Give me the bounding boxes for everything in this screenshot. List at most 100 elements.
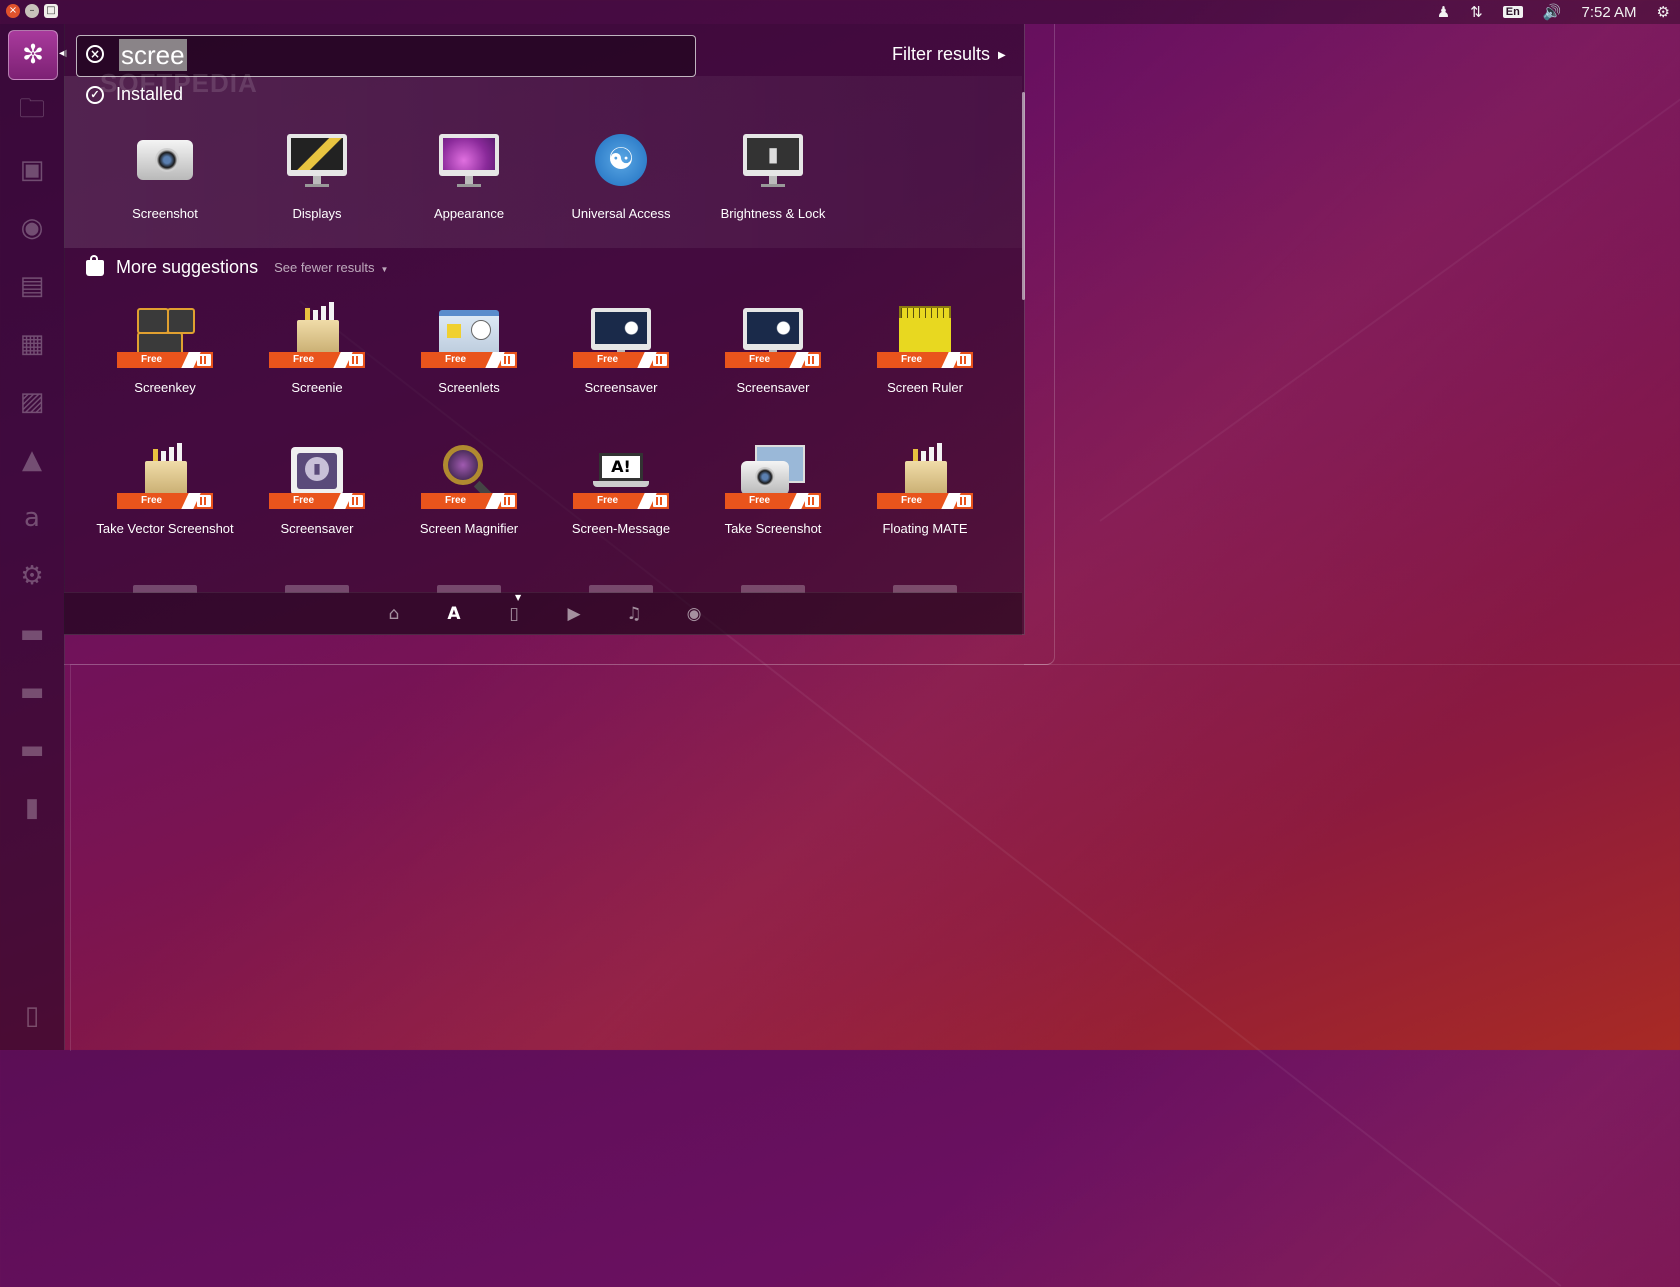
drive-icon[interactable]: ▬ bbox=[8, 668, 56, 716]
music-icon[interactable]: ♫ bbox=[622, 603, 646, 625]
chevron-right-icon: ▶ bbox=[998, 49, 1006, 61]
free-badge: Free bbox=[117, 352, 213, 368]
applications-icon[interactable]: A bbox=[442, 603, 466, 625]
suggestion-tile[interactable]: Free Take Vector Screenshot bbox=[89, 443, 241, 537]
suggestion-tile[interactable]: A! Free Screen-Message bbox=[545, 443, 697, 537]
suggestions-header-label: More suggestions bbox=[116, 257, 259, 277]
photos-icon[interactable]: ◉ bbox=[682, 603, 706, 625]
suggestion-label: Floating MATE bbox=[882, 521, 968, 536]
volume-icon[interactable]: 🔊 bbox=[1543, 3, 1562, 21]
suggestion-label: Screenkey bbox=[134, 380, 196, 395]
suggestion-tile[interactable]: Free Screenie bbox=[241, 302, 393, 396]
app-tile[interactable]: Screenshot bbox=[89, 128, 241, 222]
screenkey-icon: Free bbox=[117, 302, 213, 368]
firefox-icon[interactable]: ◉ bbox=[8, 204, 56, 252]
gift-icon bbox=[501, 495, 515, 507]
drive-icon[interactable]: ▬ bbox=[8, 726, 56, 774]
gift-icon bbox=[501, 354, 515, 366]
package-icon: Free bbox=[269, 302, 365, 368]
camera-icon bbox=[133, 128, 197, 192]
keyboard-layout-indicator[interactable]: En bbox=[1502, 6, 1523, 18]
suggestion-label: Screensaver bbox=[736, 380, 810, 395]
gift-icon bbox=[957, 354, 971, 366]
scrollbar[interactable] bbox=[1022, 92, 1025, 300]
suggestion-label: Screensaver bbox=[280, 521, 354, 536]
files-icon[interactable]: 🗀 bbox=[8, 88, 56, 136]
see-fewer-results-button[interactable]: See fewer results ▼ bbox=[274, 260, 388, 275]
session-gear-icon[interactable]: ⚙ bbox=[1657, 3, 1670, 21]
suggestion-label: Screen Ruler bbox=[887, 380, 963, 395]
usb-icon[interactable]: ▮ bbox=[8, 784, 56, 832]
files-icon[interactable]: ▯ bbox=[502, 603, 526, 625]
see-fewer-label: See fewer results bbox=[274, 260, 375, 275]
amazon-icon[interactable]: a bbox=[8, 494, 56, 542]
filter-results-button[interactable]: Filter results ▶ bbox=[892, 44, 1006, 65]
suggestion-tile[interactable]: Free Floating MATE bbox=[849, 443, 1001, 537]
suggestion-tile[interactable]: Free Take Screenshot bbox=[697, 443, 849, 537]
dash-border bbox=[1024, 24, 1055, 665]
installed-header-label: Installed bbox=[116, 84, 184, 104]
displays-icon bbox=[285, 128, 349, 192]
gift-icon bbox=[957, 495, 971, 507]
universal-access-icon: ☯ bbox=[589, 128, 653, 192]
suggestion-label: Screenlets bbox=[438, 380, 500, 395]
free-badge: Free bbox=[269, 352, 365, 368]
wallpaper-streak bbox=[1099, 0, 1680, 522]
lock-screensaver-icon: ▮ Free bbox=[269, 443, 365, 509]
app-tile[interactable]: ▮ Brightness & Lock bbox=[697, 128, 849, 222]
suggestion-tile[interactable]: Free Screensaver bbox=[697, 302, 849, 396]
home-icon[interactable]: ⌂ bbox=[382, 603, 406, 625]
launcher: ✼ 🗀 ▣ ◉ ▤ ▦ ▨ ▲ a ⚙ ▬ ▬ ▬ ▮ ▯ bbox=[0, 24, 65, 1050]
suggestion-tile[interactable]: ▮ Free Screensaver bbox=[241, 443, 393, 537]
installed-header[interactable]: ✓ Installed bbox=[86, 84, 183, 105]
system-settings-icon[interactable]: ⚙ bbox=[8, 552, 56, 600]
drive-icon[interactable]: ▬ bbox=[8, 610, 56, 658]
screensaver-icon: Free bbox=[573, 302, 669, 368]
app-tile[interactable]: Displays bbox=[241, 128, 393, 222]
gift-icon bbox=[349, 354, 363, 366]
suggestion-tile[interactable]: Free Screensaver bbox=[545, 302, 697, 396]
calc-icon[interactable]: ▦ bbox=[8, 320, 56, 368]
suggestion-label: Screensaver bbox=[584, 380, 658, 395]
free-badge: Free bbox=[269, 493, 365, 509]
gift-icon bbox=[349, 495, 363, 507]
user-icon[interactable]: ♟ bbox=[1437, 3, 1450, 21]
check-icon: ✓ bbox=[86, 85, 104, 104]
ubuntu-dash-icon[interactable]: ✼ bbox=[8, 30, 58, 80]
search-text[interactable]: scree bbox=[119, 39, 187, 71]
app-tile[interactable]: ☯ Universal Access bbox=[545, 128, 697, 222]
writer-icon[interactable]: ▤ bbox=[8, 262, 56, 310]
gift-icon bbox=[805, 495, 819, 507]
suggestion-label: Screen Magnifier bbox=[419, 521, 519, 536]
trash-icon[interactable]: ▯ bbox=[8, 992, 56, 1040]
suggestion-tile[interactable]: Free Screen Magnifier bbox=[393, 443, 545, 537]
gift-icon bbox=[653, 354, 667, 366]
gift-icon bbox=[653, 495, 667, 507]
clear-search-icon[interactable]: × bbox=[86, 45, 104, 63]
suggestion-label: Take Screenshot bbox=[724, 521, 822, 536]
free-badge: Free bbox=[725, 352, 821, 368]
app-tile[interactable]: Appearance bbox=[393, 128, 545, 222]
software-center-icon[interactable]: ▲ bbox=[8, 436, 56, 484]
minimize-window-button[interactable]: – bbox=[25, 4, 39, 18]
clock[interactable]: 7:52 AM bbox=[1582, 4, 1637, 21]
app-label: Universal Access bbox=[571, 206, 671, 221]
suggestions-header[interactable]: More suggestions See fewer results ▼ bbox=[86, 254, 388, 278]
appearance-icon bbox=[437, 128, 501, 192]
gift-icon bbox=[197, 495, 211, 507]
free-badge: Free bbox=[421, 493, 517, 509]
app-label: Appearance bbox=[433, 206, 505, 221]
suggestion-tile[interactable]: Free Screenkey bbox=[89, 302, 241, 396]
close-window-button[interactable]: × bbox=[6, 4, 20, 18]
suggestion-tile[interactable]: Free Screen Ruler bbox=[849, 302, 1001, 396]
camera-icon: Free bbox=[725, 443, 821, 509]
gift-icon bbox=[805, 354, 819, 366]
suggestion-tile[interactable]: Free Screenlets bbox=[393, 302, 545, 396]
screensaver-icon: Free bbox=[725, 302, 821, 368]
video-icon[interactable]: ▶ bbox=[562, 603, 586, 625]
brightness-lock-icon: ▮ bbox=[741, 128, 805, 192]
impress-icon[interactable]: ▨ bbox=[8, 378, 56, 426]
maximize-window-button[interactable]: □ bbox=[44, 4, 58, 18]
browser-icon[interactable]: ▣ bbox=[8, 146, 56, 194]
network-icon[interactable]: ⇅ bbox=[1470, 3, 1483, 21]
